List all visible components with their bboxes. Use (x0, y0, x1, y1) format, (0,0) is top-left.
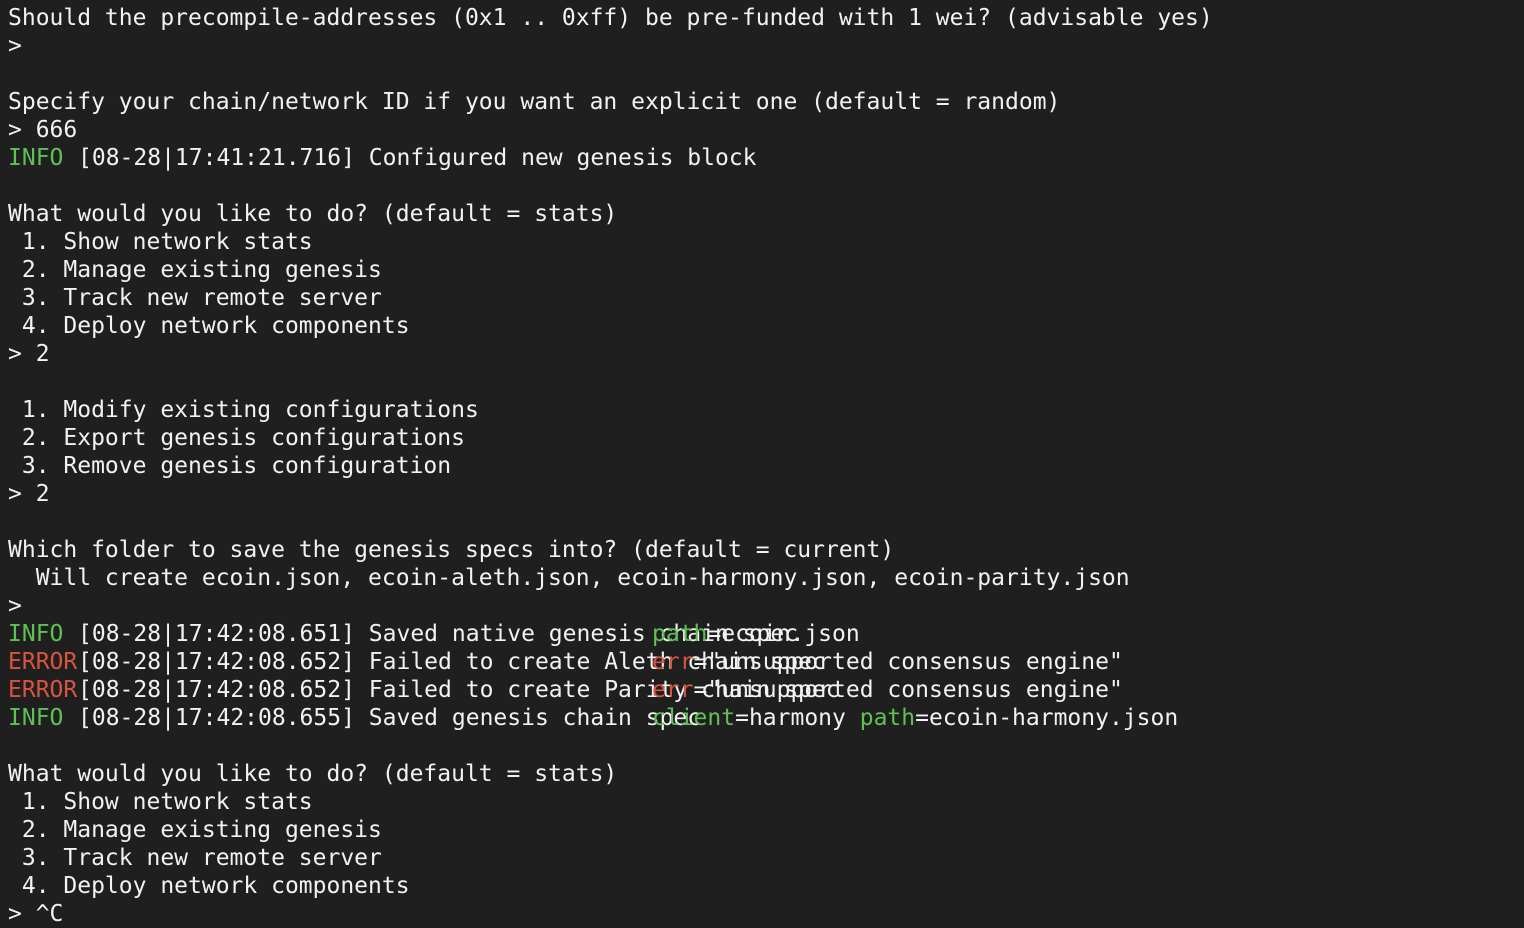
log-message: [08-28|17:42:08.655] Saved genesis chain… (78, 705, 702, 731)
log-value: ="unsupported consensus engine" (693, 677, 1123, 703)
log-level-info: INFO (8, 705, 64, 731)
log-line: ERROR[08-28|17:42:08.652] Failed to crea… (8, 676, 1516, 704)
log-key: err (652, 677, 694, 703)
prompt-question: Specify your chain/network ID if you wan… (8, 89, 1061, 115)
menu-option: 2. Manage existing genesis (8, 257, 382, 283)
log-level-error: ERROR (8, 649, 78, 675)
log-line: ERROR[08-28|17:42:08.652] Failed to crea… (8, 648, 1516, 676)
log-value: =harmony (735, 705, 860, 731)
log-line: INFO [08-28|17:42:08.655] Saved genesis c… (8, 704, 1516, 732)
menu-question: What would you like to do? (default = st… (8, 761, 618, 787)
log-line: INFO [08-28|17:41:21.716] Configured new … (8, 144, 1516, 172)
menu-option: 4. Deploy network components (8, 873, 410, 899)
menu-question: What would you like to do? (default = st… (8, 201, 618, 227)
log-value: ="unsupported consensus engine" (693, 649, 1123, 675)
prompt-input: > 666 (8, 117, 78, 143)
log-message: [08-28|17:42:08.652] Failed to create Pa… (78, 677, 840, 703)
menu-option: 3. Track new remote server (8, 845, 382, 871)
prompt-input: > 2 (8, 481, 50, 507)
menu-option: 1. Modify existing configurations (8, 397, 479, 423)
log-key: err (652, 649, 694, 675)
log-level-info: INFO (8, 621, 64, 647)
log-level-error: ERROR (8, 677, 78, 703)
prompt-input: > (8, 33, 22, 59)
prompt-question: Should the precompile-addresses (0x1 .. … (8, 5, 1213, 31)
prompt-input[interactable]: > ^C (8, 900, 1516, 928)
menu-option: 2. Manage existing genesis (8, 817, 382, 843)
prompt-hint: Will create ecoin.json, ecoin-aleth.json… (8, 565, 1130, 591)
menu-option: 1. Show network stats (8, 789, 313, 815)
menu-option: 4. Deploy network components (8, 313, 410, 339)
log-message: [08-28|17:42:08.652] Failed to create Al… (78, 649, 826, 675)
log-value: =ecoin.json (707, 621, 860, 647)
terminal-output[interactable]: Should the precompile-addresses (0x1 .. … (8, 4, 1516, 927)
log-key: path (652, 621, 708, 647)
menu-option: 2. Export genesis configurations (8, 425, 465, 451)
menu-option: 3. Remove genesis configuration (8, 453, 452, 479)
log-message: [08-28|17:41:21.716] Configured new gene… (78, 145, 757, 171)
menu-option: 3. Track new remote server (8, 285, 382, 311)
prompt-question: Which folder to save the genesis specs i… (8, 537, 895, 563)
prompt-input: > (8, 593, 22, 619)
log-level-info: INFO (8, 145, 64, 171)
prompt-input: > 2 (8, 341, 50, 367)
log-key: client (652, 705, 736, 731)
log-value: =ecoin-harmony.json (915, 705, 1179, 731)
log-line: INFO [08-28|17:42:08.651] Saved native ge… (8, 620, 1516, 648)
log-key: path (859, 705, 916, 731)
log-message: [08-28|17:42:08.651] Saved native genesi… (78, 621, 799, 647)
menu-option: 1. Show network stats (8, 229, 313, 255)
